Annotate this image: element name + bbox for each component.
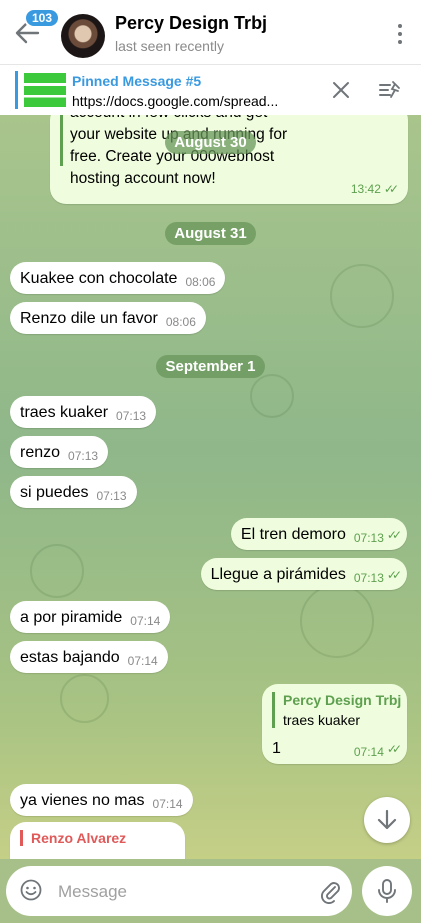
message-text: account in few clicks and get bbox=[70, 114, 287, 124]
microphone-icon bbox=[378, 879, 396, 903]
avatar[interactable] bbox=[61, 14, 105, 58]
message-text: 1 bbox=[272, 740, 281, 757]
message-text: estas bajando bbox=[20, 649, 120, 666]
message-time: 07:13 bbox=[353, 531, 384, 545]
message-time: 07:13 bbox=[68, 449, 99, 463]
message-time: 07:14 bbox=[127, 654, 158, 668]
message-bubble-outgoing-reply[interactable]: Percy Design Trbj traes kuaker 1 07:14 ✓✓ bbox=[262, 684, 407, 764]
pinned-message-bar[interactable]: Pinned Message #5 https://docs.google.co… bbox=[0, 64, 421, 115]
chat-title[interactable]: Percy Design Trbj bbox=[115, 13, 267, 34]
message-text: a por piramide bbox=[20, 609, 123, 626]
message-bubble-incoming[interactable]: si puedes 07:13 bbox=[10, 476, 137, 508]
message-time: 07:14 bbox=[353, 745, 384, 759]
background-doodle bbox=[60, 674, 109, 723]
message-text: Llegue a pirámides bbox=[210, 566, 346, 583]
pinned-title: Pinned Message #5 bbox=[72, 73, 202, 89]
pinned-text: https://docs.google.com/spread... bbox=[72, 93, 279, 109]
double-check-icon: ✓✓ bbox=[386, 528, 402, 542]
chat-status: last seen recently bbox=[115, 38, 224, 54]
emoji-icon[interactable] bbox=[20, 879, 42, 901]
paperclip-icon[interactable] bbox=[318, 878, 342, 904]
message-time: 07:13 bbox=[353, 571, 384, 585]
message-text: renzo bbox=[20, 444, 61, 461]
message-input[interactable] bbox=[56, 881, 310, 903]
message-time: 13:42 bbox=[350, 182, 381, 196]
message-bubble-incoming[interactable]: ya vienes no mas 07:14 bbox=[10, 784, 193, 816]
message-bubble-outgoing[interactable]: account in few clicks and get your websi… bbox=[50, 114, 408, 204]
message-bubble-incoming[interactable]: Renzo Alvarez bbox=[10, 822, 185, 859]
scroll-down-button[interactable] bbox=[364, 797, 410, 843]
message-time: 07:13 bbox=[96, 489, 127, 503]
more-menu-icon[interactable] bbox=[397, 24, 403, 44]
background-doodle bbox=[250, 374, 294, 418]
voice-message-button[interactable] bbox=[362, 866, 412, 916]
background-doodle bbox=[330, 264, 394, 328]
reply-author: Percy Design Trbj bbox=[283, 692, 402, 708]
message-text: traes kuaker bbox=[20, 404, 109, 421]
message-bubble-incoming[interactable]: estas bajando 07:14 bbox=[10, 641, 168, 673]
arrow-down-icon bbox=[377, 809, 397, 830]
message-list[interactable]: account in few clicks and get your websi… bbox=[0, 114, 421, 859]
message-text: ya vienes no mas bbox=[20, 792, 145, 809]
date-separator: August 31 bbox=[0, 222, 421, 245]
reply-text: traes kuaker bbox=[283, 712, 361, 728]
message-time: 07:13 bbox=[116, 409, 147, 423]
message-bubble-incoming[interactable]: Renzo dile un favor 08:06 bbox=[10, 302, 206, 334]
message-time: 08:06 bbox=[165, 315, 196, 329]
message-text: El tren demoro bbox=[240, 526, 346, 543]
chat-header: 103 Percy Design Trbj last seen recently bbox=[0, 0, 421, 64]
unread-badge: 103 bbox=[24, 8, 61, 28]
reply-quote[interactable]: Percy Design Trbj traes kuaker bbox=[272, 692, 402, 728]
message-bubble-incoming[interactable]: Kuakee con chocolate 08:06 bbox=[10, 262, 226, 294]
pinned-indicator bbox=[15, 71, 18, 109]
message-bubble-incoming[interactable]: traes kuaker 07:13 bbox=[10, 396, 157, 428]
message-time: 07:14 bbox=[130, 614, 161, 628]
message-text: Renzo dile un favor bbox=[20, 310, 158, 327]
message-bubble-incoming[interactable]: renzo 07:13 bbox=[10, 436, 109, 468]
double-check-icon: ✓✓ bbox=[386, 742, 402, 756]
reply-author: Renzo Alvarez bbox=[31, 830, 127, 846]
pinned-thumbnail bbox=[24, 73, 66, 107]
date-separator: September 1 bbox=[0, 355, 421, 378]
message-bubble-outgoing[interactable]: Llegue a pirámides 07:13 ✓✓ bbox=[200, 558, 407, 590]
message-bubble-incoming[interactable]: a por piramide 07:14 bbox=[10, 601, 171, 633]
close-icon[interactable] bbox=[330, 79, 352, 101]
message-text: hosting account now! bbox=[70, 170, 216, 187]
date-separator: August 30 bbox=[0, 131, 421, 154]
message-time: 08:06 bbox=[185, 275, 216, 289]
pinned-list-icon[interactable] bbox=[378, 79, 402, 101]
double-check-icon: ✓✓ bbox=[383, 182, 399, 196]
background-doodle bbox=[30, 544, 84, 598]
message-composer bbox=[6, 866, 352, 916]
double-check-icon: ✓✓ bbox=[386, 568, 402, 582]
message-text: Kuakee con chocolate bbox=[20, 270, 178, 287]
message-time: 07:14 bbox=[152, 797, 183, 811]
background-doodle bbox=[300, 584, 374, 658]
message-text: si puedes bbox=[20, 484, 89, 501]
message-bubble-outgoing[interactable]: El tren demoro 07:13 ✓✓ bbox=[230, 518, 407, 550]
